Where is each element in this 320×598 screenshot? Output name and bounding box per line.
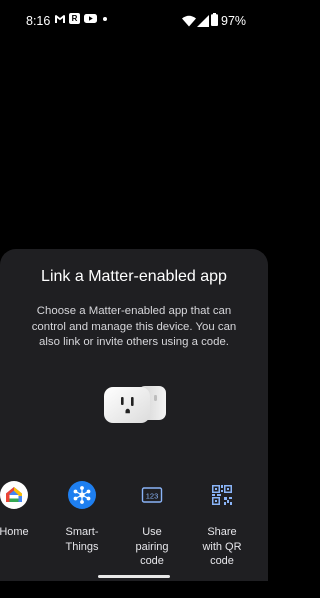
- battery-percentage: 97%: [221, 14, 247, 28]
- smart-plug-image: [102, 383, 168, 427]
- wifi-icon: [182, 14, 196, 27]
- app-label-pairing-code: Use pairing code: [135, 526, 169, 567]
- sheet-description: Choose a Matter-enabled app that can con…: [31, 305, 237, 348]
- gmail-icon: [54, 13, 66, 25]
- status-bar: 8:16 R 97%: [0, 0, 268, 40]
- app-label-smartthings: Smart- Things: [65, 526, 99, 553]
- google-home-icon: [0, 481, 28, 509]
- qr-code-icon: [208, 481, 236, 509]
- battery-icon: [211, 13, 218, 26]
- link-app-bottom-sheet: Link a Matter-enabled app Choose a Matte…: [0, 249, 268, 581]
- pairing-code-glyph: 123: [146, 491, 159, 500]
- pairing-code-icon: 123: [138, 481, 166, 509]
- status-time: 8:16: [26, 14, 51, 28]
- ring-icon: R: [69, 13, 80, 24]
- dot-icon: [103, 17, 107, 21]
- youtube-icon: [84, 13, 97, 24]
- app-label-home: Home: [0, 526, 29, 538]
- gesture-navigation-bar[interactable]: [98, 575, 170, 578]
- sheet-title: Link a Matter-enabled app: [41, 268, 227, 285]
- app-label-share-qr: Share with QR code: [202, 526, 242, 567]
- signal-icon: [197, 14, 209, 27]
- smartthings-icon: [68, 481, 96, 509]
